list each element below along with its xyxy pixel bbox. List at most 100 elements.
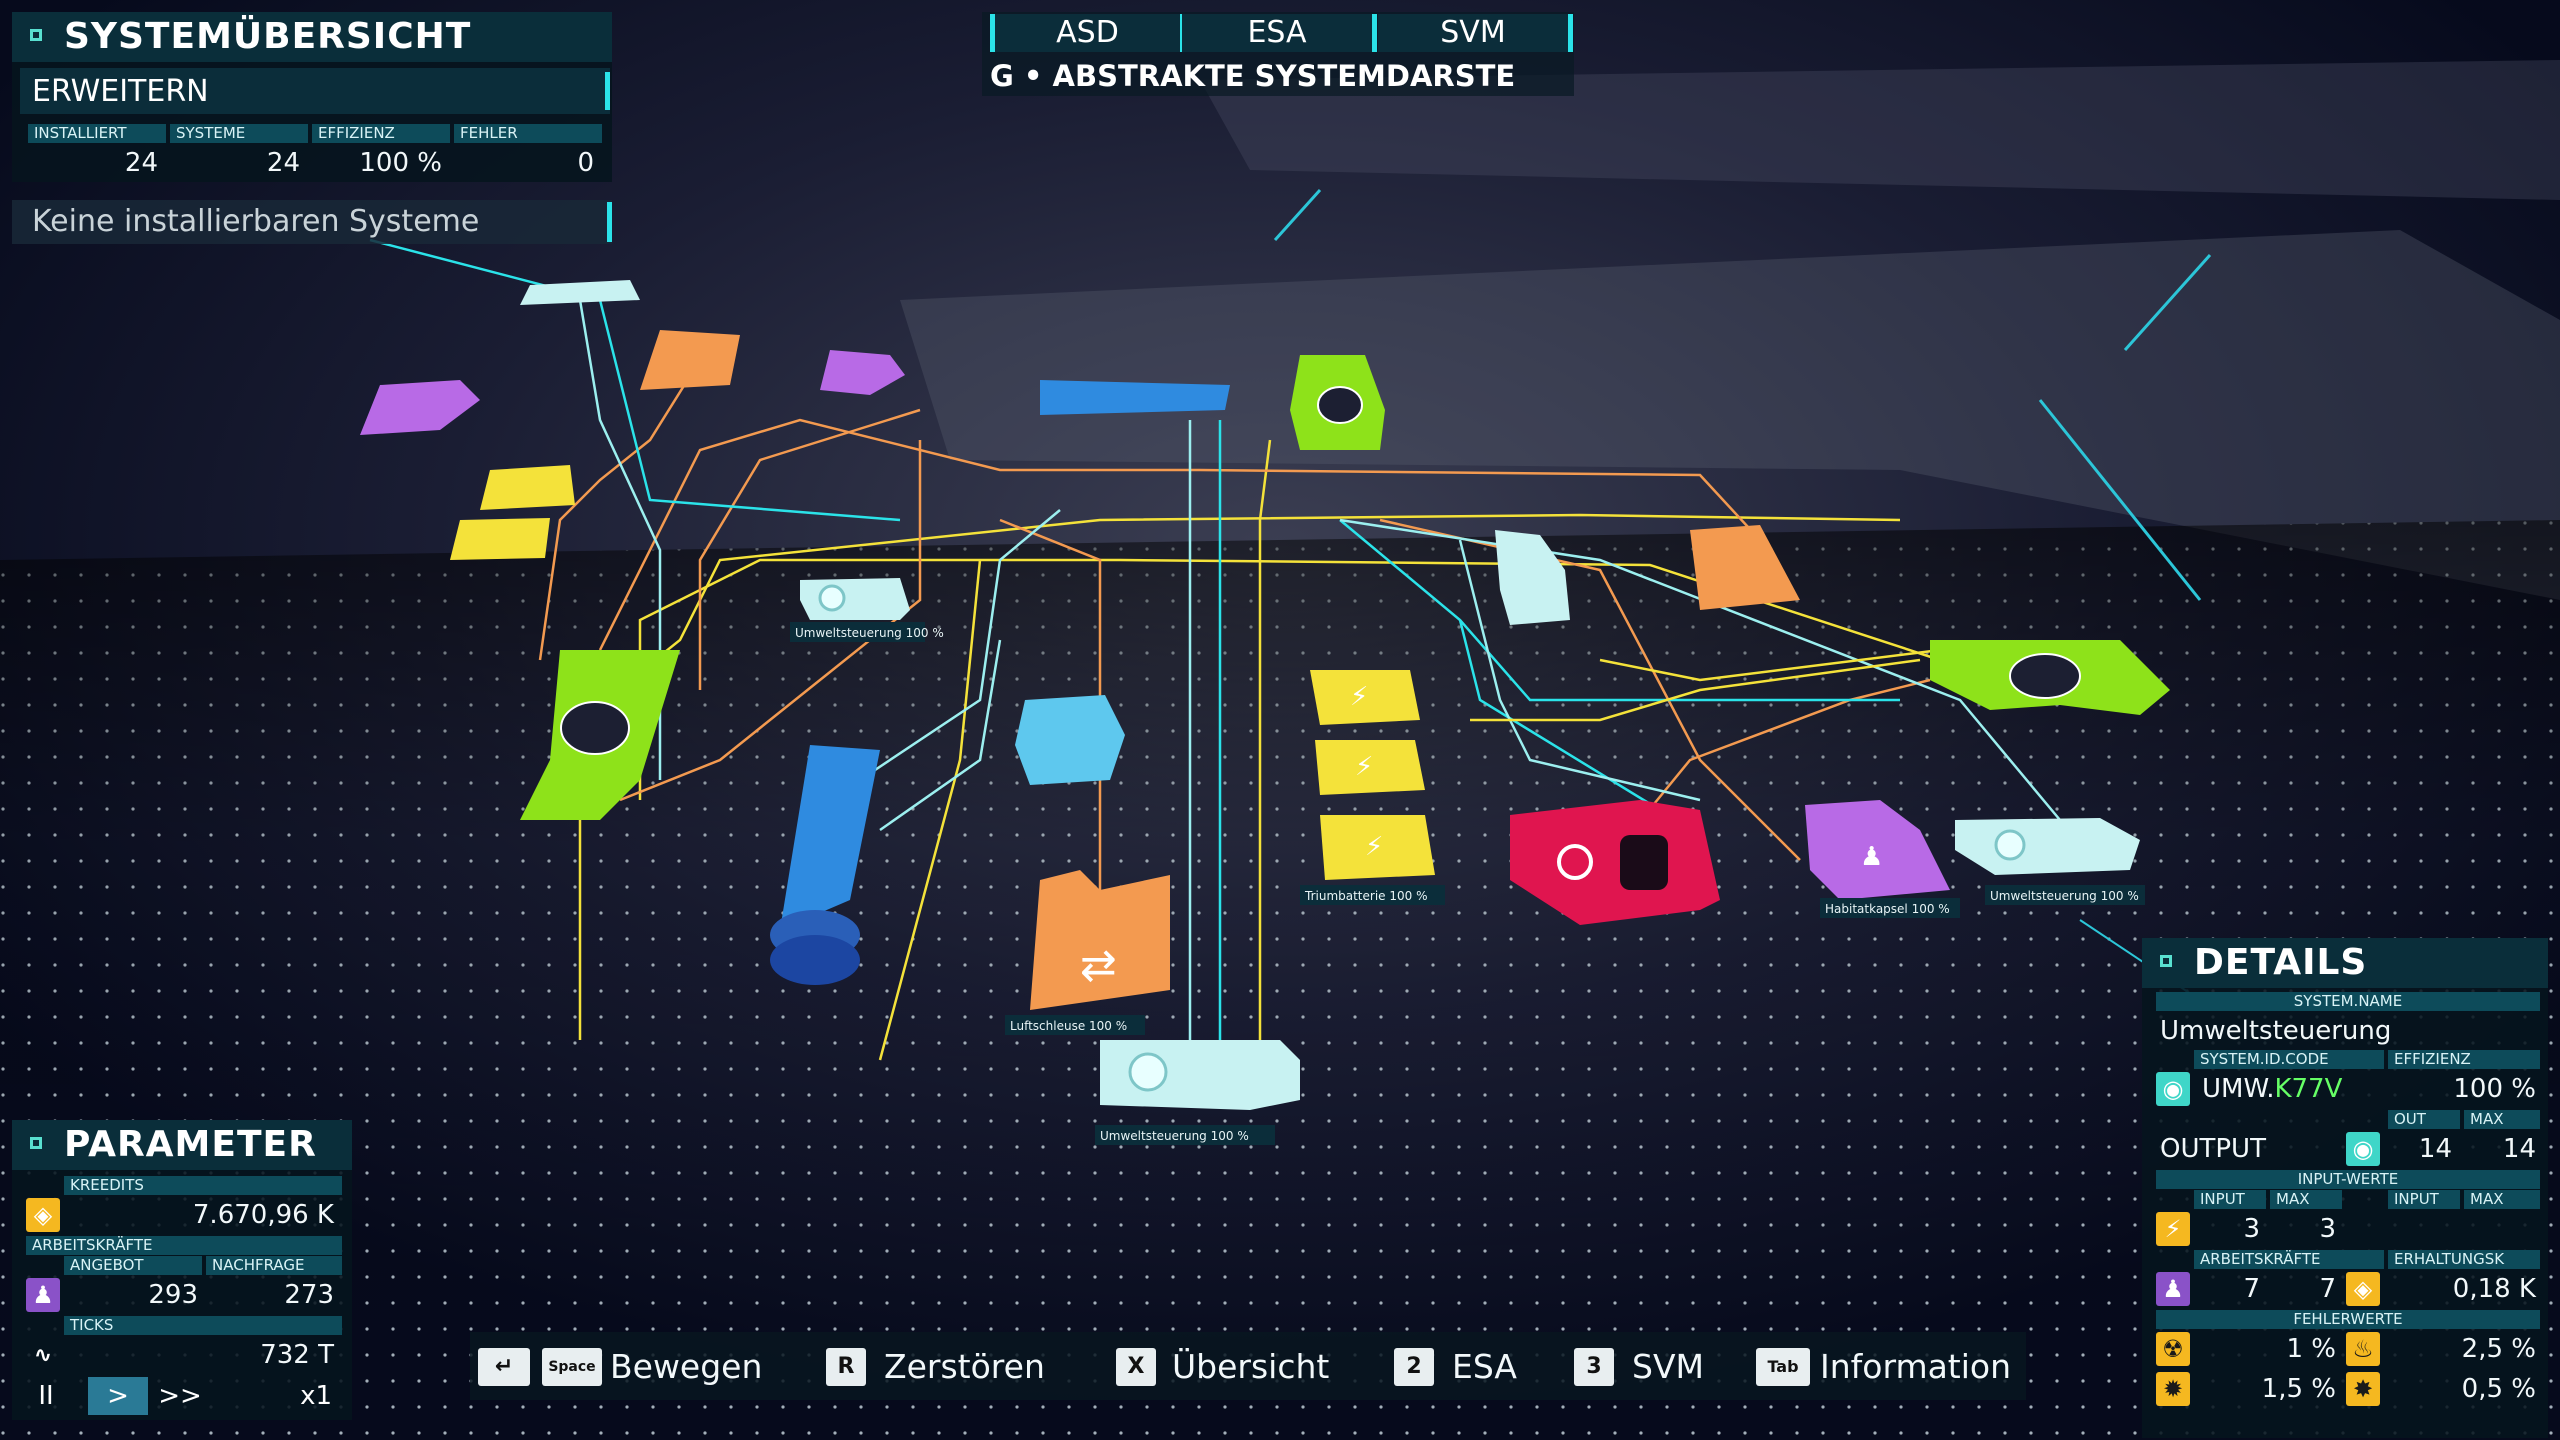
hotkey-svm-label: SVM [1632,1347,1704,1386]
systems-value: 24 [266,148,300,178]
system-overview-panel: SYSTEMÜBERSICHT ERWEITERN INSTALLIERT SY… [12,12,612,182]
workforce-value-a: 7 [2243,1274,2260,1304]
node-yellow-left-2[interactable] [450,518,550,560]
map-label-environmental-control: Umweltsteuerung 100 % [1100,1129,1249,1143]
output-max-value: 14 [2502,1134,2536,1164]
ticks-value: 732 T [260,1340,334,1370]
view-subtitle: G • ABSTRAKTE SYSTEMDARSTE [990,59,1516,93]
header-bullet-icon [2160,955,2172,967]
errors-label: FEHLER [454,124,602,143]
parameter-header: PARAMETER [12,1120,352,1170]
hotkey-overview-label: Übersicht [1172,1347,1330,1386]
map-label-habitat: Habitatkapsel 100 % [1825,902,1950,916]
map-label-airlock: Luftschleuse 100 % [1010,1019,1127,1033]
details-efficiency-label: EFFIZIENZ [2388,1050,2540,1069]
id-code-prefix: UMW. [2202,1074,2275,1104]
upkeep-icon: ◈ [2346,1272,2380,1306]
installed-label: INSTALLIERT [28,124,166,143]
node-environmental-control-right[interactable] [1955,818,2140,875]
node-battery-2[interactable]: ⚡ [1315,740,1425,795]
svg-text:⚡: ⚡ [1350,682,1368,712]
hotkey-space[interactable]: Space [542,1348,602,1386]
hotkey-3[interactable]: 3 [1574,1348,1614,1386]
demand-value: 273 [284,1280,334,1310]
ticks-icon: ∿ [33,1342,53,1368]
details-title: DETAILS [2194,942,2368,983]
hotkey-x[interactable]: X [1116,1348,1156,1386]
input-max-label-2: MAX [2464,1190,2540,1209]
input-label-2: INPUT [2388,1190,2460,1209]
input-label: INPUT [2194,1190,2266,1209]
id-code-suffix: K77V [2274,1074,2343,1104]
malfunction-icon: ✹ [2156,1372,2190,1406]
hotkey-esa-label: ESA [1452,1347,1517,1386]
efficiency-label: EFFIZIENZ [312,124,450,143]
node-blue-top[interactable] [1040,380,1230,415]
install-message-bar: Keine installierbaren Systeme [12,200,612,244]
fast-forward-button[interactable]: >> [150,1377,210,1415]
node-environmental-control-main[interactable] [1100,1040,1300,1110]
svg-text:♟: ♟ [1860,842,1883,872]
error-value-4: 0,5 % [2461,1374,2536,1404]
hotkey-r[interactable]: R [826,1348,866,1386]
svg-text:⚡: ⚡ [1355,752,1373,782]
node-battery-3[interactable]: ⚡ [1320,815,1435,880]
tab-svm[interactable]: SVM [1378,14,1573,52]
details-efficiency-value: 100 % [2453,1074,2536,1104]
details-workforce-label: ARBEITSKRÄFTE [2194,1250,2384,1269]
header-bullet-icon [30,29,42,41]
id-code: UMW.K77V [2202,1072,2342,1106]
workforce-label: ARBEITSKRÄFTE [26,1236,342,1255]
map-label-battery: Triumbatterie 100 % [1304,889,1427,903]
demand-label: NACHFRAGE [206,1256,342,1275]
workforce-value-b: 7 [2319,1274,2336,1304]
tab-asd[interactable]: ASD [990,14,1185,52]
errors-value: 0 [577,148,594,178]
install-message: Keine installierbaren Systeme [32,204,480,239]
upkeep-label: ERHALTUNGSK [2388,1250,2540,1269]
node-environmental-control-left[interactable] [800,578,910,620]
expand-button-accent [605,72,610,110]
speed-multiplier[interactable]: x1 [212,1377,342,1415]
pause-button[interactable]: II [26,1377,66,1415]
input-max-label: MAX [2270,1190,2342,1209]
node-battery-1[interactable]: ⚡ [1310,670,1420,725]
input-max-value: 3 [2319,1214,2336,1244]
out-label: OUT [2388,1110,2460,1129]
credits-icon: ◈ [26,1198,60,1232]
svg-text:⇄: ⇄ [1080,940,1117,991]
error-values-label: FEHLERWERTE [2156,1310,2540,1329]
hotkey-tab[interactable]: Tab [1756,1348,1810,1386]
upkeep-value: 0,18 K [2452,1274,2536,1304]
output-label: OUTPUT [2160,1134,2266,1164]
system-name-value: Umweltsteuerung [2160,1016,2392,1046]
hotkey-2[interactable]: 2 [1394,1348,1434,1386]
fire-icon: ♨ [2346,1332,2380,1366]
hotkey-enter-icon: ↵ [478,1348,530,1386]
tab-esa[interactable]: ESA [1182,14,1377,52]
parameter-panel: PARAMETER KREEDITS ◈ 7.670,96 K ARBEITSK… [12,1120,352,1420]
hotkey-move-label: Bewegen [610,1347,763,1386]
node-lightblue-mid[interactable] [1015,695,1125,785]
map-label-environmental-control-right: Umweltsteuerung 100 % [1990,889,2139,903]
install-message-accent [607,202,612,242]
output-out-value: 14 [2418,1134,2452,1164]
supply-label: ANGEBOT [64,1256,202,1275]
error-value-2: 2,5 % [2461,1334,2536,1364]
play-button[interactable]: > [88,1377,148,1415]
map-label-environmental-control-left: Umweltsteuerung 100 % [795,626,944,640]
node-airlock[interactable]: ⇄ [1030,870,1170,1010]
node-yellow-left-1[interactable] [480,465,575,510]
hazard-icon: ☢ [2156,1332,2190,1366]
blaze-icon: ✸ [2346,1372,2380,1406]
system-name-label: SYSTEM.NAME [2156,992,2540,1011]
svg-text:⚡: ⚡ [1365,832,1383,862]
header-bullet-icon [30,1137,42,1149]
worker-icon: ♟ [26,1278,60,1312]
environment-icon: ◉ [2156,1072,2190,1106]
expand-button[interactable]: ERWEITERN [20,68,610,114]
efficiency-value: 100 % [359,148,442,178]
system-overview-title: SYSTEMÜBERSICHT [64,16,472,57]
max-label: MAX [2464,1110,2540,1129]
details-worker-icon: ♟ [2156,1272,2190,1306]
